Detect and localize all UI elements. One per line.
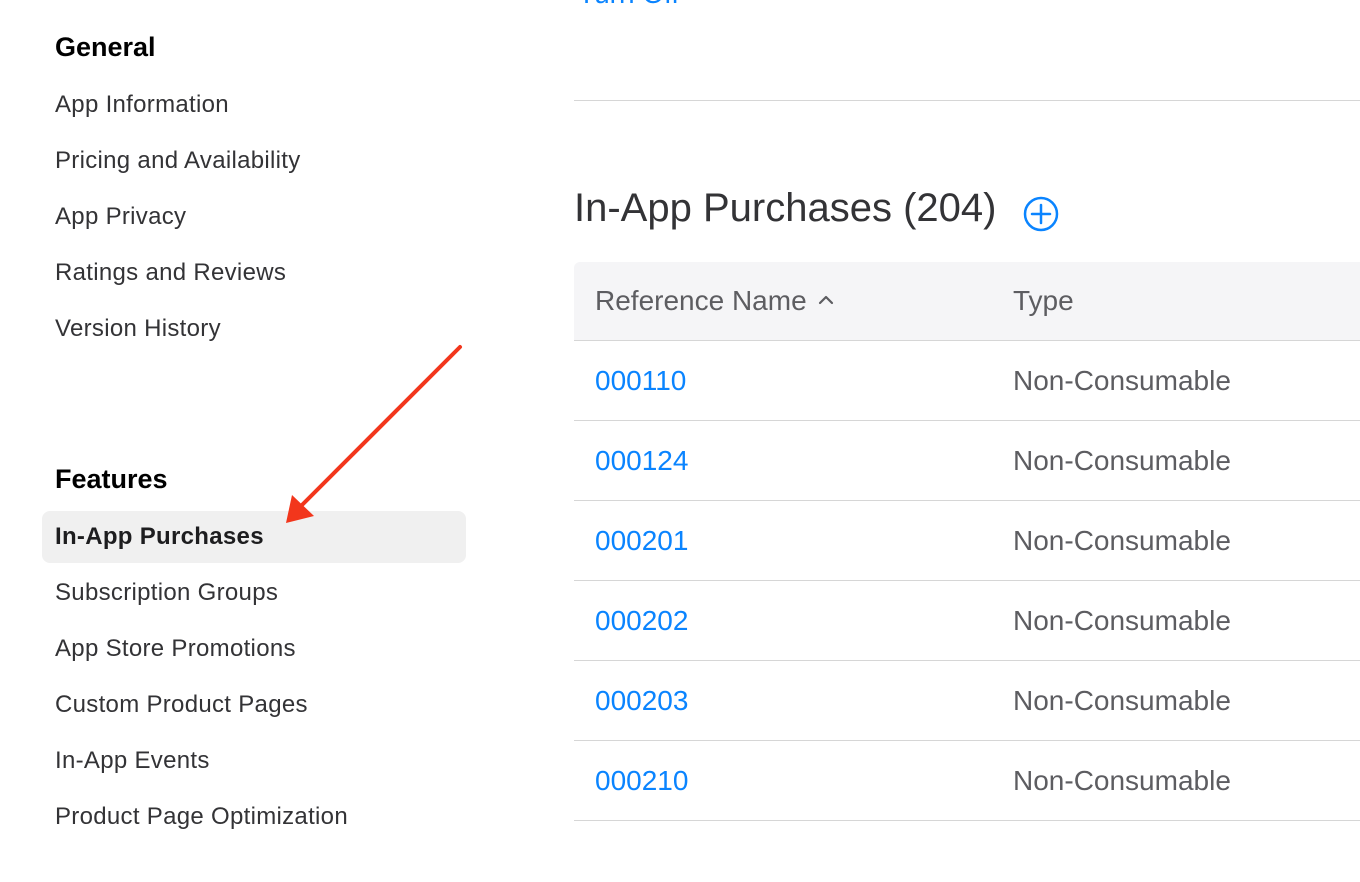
sidebar-item-custom-product-pages[interactable]: Custom Product Pages — [42, 679, 466, 731]
sidebar-item-version-history[interactable]: Version History — [42, 303, 466, 355]
column-header-type[interactable]: Type — [1013, 262, 1074, 340]
table-row: 000201 Non-Consumable — [574, 501, 1360, 581]
reference-name-link[interactable]: 000202 — [595, 581, 688, 660]
table-row: 000210 Non-Consumable — [574, 741, 1360, 821]
type-cell: Non-Consumable — [1013, 605, 1231, 636]
turn-off-link[interactable]: Turn Off — [578, 0, 679, 10]
reference-name-link[interactable]: 000201 — [595, 501, 688, 580]
type-cell: Non-Consumable — [1013, 365, 1231, 396]
section-title-general: General — [55, 32, 156, 62]
table-row: 000202 Non-Consumable — [574, 581, 1360, 661]
sidebar-item-in-app-events[interactable]: In-App Events — [42, 735, 466, 787]
sidebar-item-app-store-promotions[interactable]: App Store Promotions — [42, 623, 466, 675]
sidebar-item-app-privacy[interactable]: App Privacy — [42, 191, 466, 243]
reference-name-link[interactable]: 000124 — [595, 421, 688, 500]
sidebar-item-ratings-reviews[interactable]: Ratings and Reviews — [42, 247, 466, 299]
type-cell: Non-Consumable — [1013, 685, 1231, 716]
table-header: Reference Name Type — [574, 262, 1360, 341]
iap-table: Reference Name Type 000110 Non-Consumabl… — [574, 262, 1360, 821]
sidebar-item-app-information[interactable]: App Information — [42, 79, 466, 131]
column-label: Type — [1013, 285, 1074, 316]
sidebar-item-subscription-groups[interactable]: Subscription Groups — [42, 567, 466, 619]
sidebar: General App Information Pricing and Avai… — [0, 0, 520, 882]
sidebar-item-pricing-availability[interactable]: Pricing and Availability — [42, 135, 466, 187]
type-cell: Non-Consumable — [1013, 765, 1231, 796]
reference-name-link[interactable]: 000203 — [595, 661, 688, 740]
chevron-up-icon — [818, 295, 833, 304]
plus-circle-icon[interactable] — [1023, 196, 1059, 232]
type-cell: Non-Consumable — [1013, 445, 1231, 476]
column-header-reference-name[interactable]: Reference Name — [595, 262, 835, 340]
reference-name-link[interactable]: 000210 — [595, 741, 688, 820]
sidebar-item-in-app-purchases[interactable]: In-App Purchases — [42, 511, 466, 563]
column-label: Reference Name — [595, 285, 807, 316]
reference-name-link[interactable]: 000110 — [595, 341, 686, 420]
table-row: 000124 Non-Consumable — [574, 421, 1360, 501]
divider — [574, 100, 1360, 101]
table-row: 000203 Non-Consumable — [574, 661, 1360, 741]
type-cell: Non-Consumable — [1013, 525, 1231, 556]
section-title-features: Features — [55, 464, 168, 494]
page-title: In-App Purchases (204) — [574, 186, 997, 230]
table-row: 000110 Non-Consumable — [574, 341, 1360, 421]
sidebar-item-product-page-optimization[interactable]: Product Page Optimization — [42, 791, 466, 843]
